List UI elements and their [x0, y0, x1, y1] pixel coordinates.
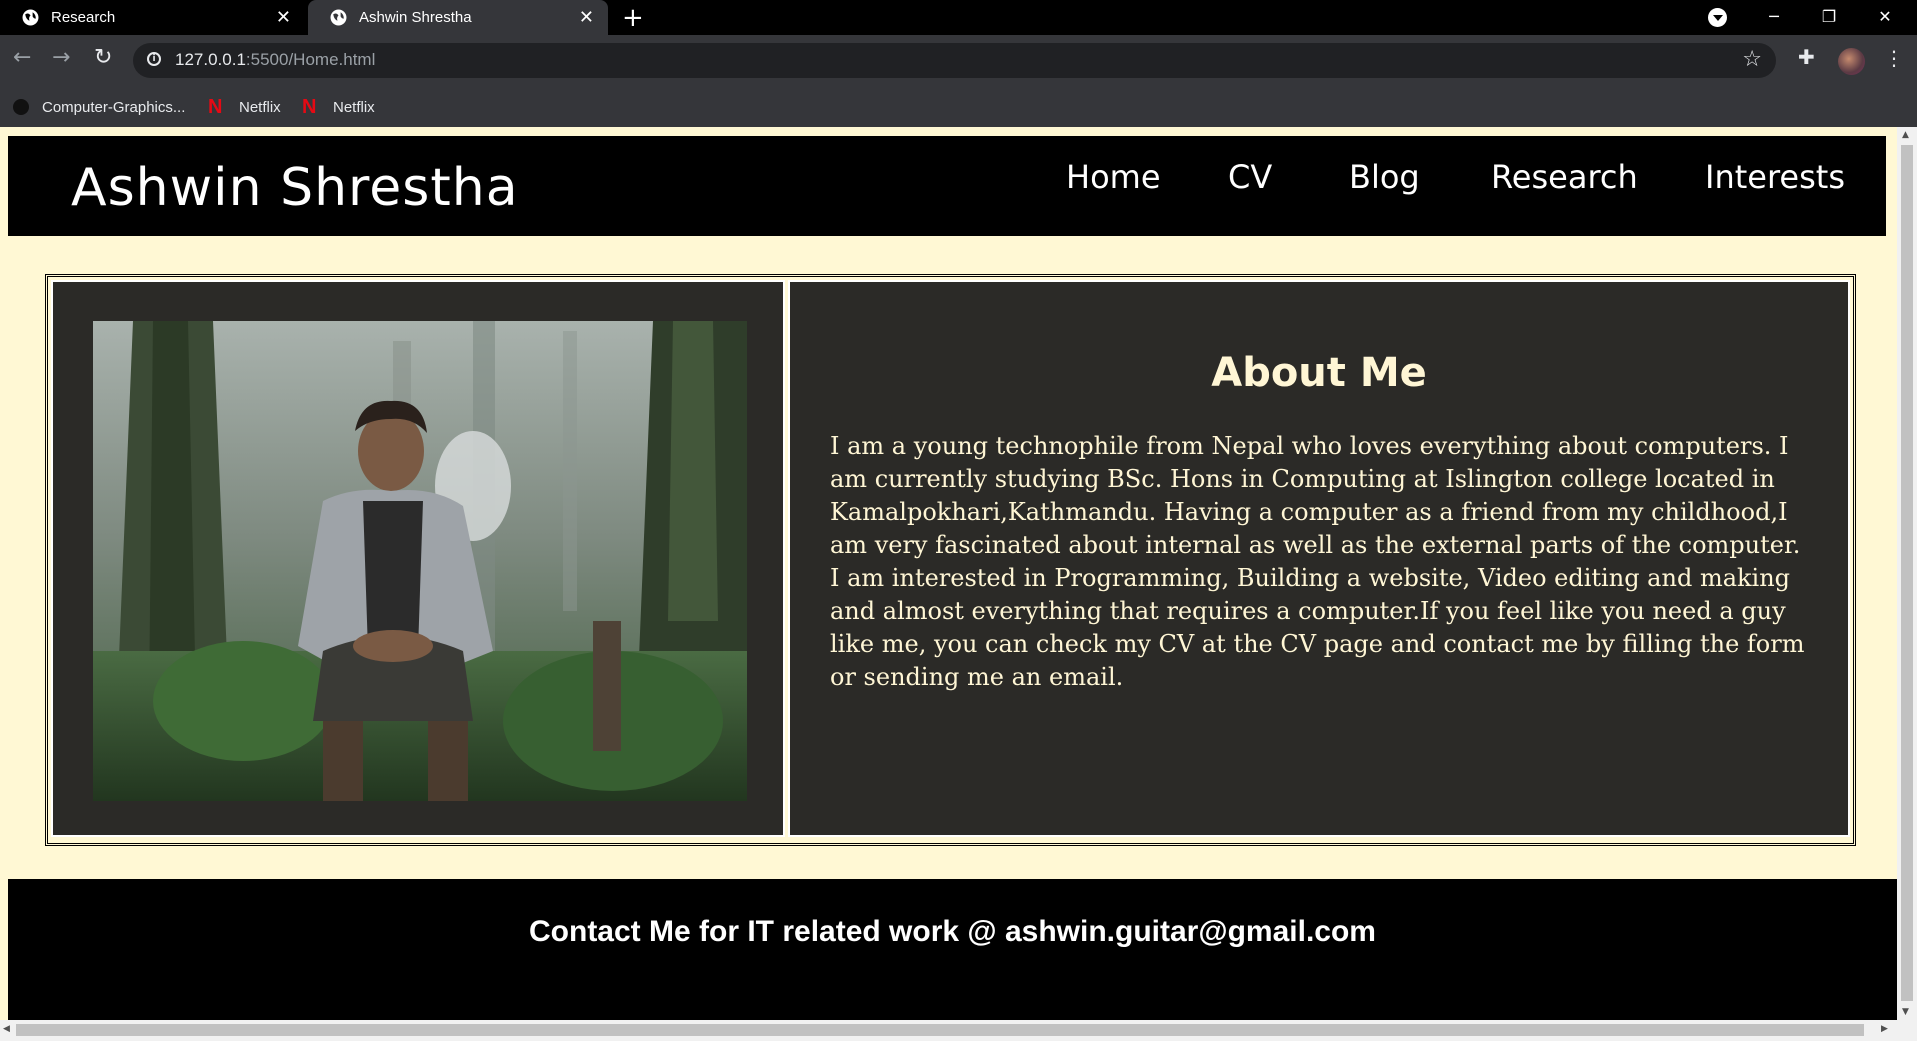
tab-title: Ashwin Shrestha [359, 9, 472, 26]
bookmark-label: Netflix [333, 98, 375, 116]
about-heading: About Me [1211, 350, 1427, 396]
site-header: Ashwin Shrestha Home CV Blog Research In… [8, 136, 1886, 236]
vertical-scrollbar[interactable]: ▲ ▼ [1897, 127, 1917, 1020]
tab-ashwin-shrestha[interactable]: Ashwin Shrestha ✕ [308, 0, 608, 35]
close-tab-icon[interactable]: ✕ [579, 7, 594, 28]
kebab-menu-icon[interactable]: ⋮ [1884, 46, 1904, 70]
github-icon [13, 99, 29, 115]
tab-strip: Research ✕ Ashwin Shrestha ✕ + ─ ❐ ✕ [0, 0, 1917, 35]
close-tab-icon[interactable]: ✕ [276, 7, 291, 28]
restore-icon[interactable]: ❐ [1806, 0, 1852, 32]
reload-icon[interactable]: ↻ [94, 45, 112, 70]
bookmark-star-icon[interactable]: ☆ [1742, 47, 1762, 72]
url-text[interactable]: 127.0.0.1:5500/Home.html [175, 50, 375, 70]
extensions-icon[interactable]: ✚ [1798, 45, 1815, 69]
close-window-icon[interactable]: ✕ [1862, 0, 1908, 32]
horizontal-scrollbar[interactable]: ◀ ▶ [0, 1020, 1917, 1041]
nav-research[interactable]: Research [1491, 158, 1638, 196]
bookmark-netflix[interactable]: N Netflix [302, 87, 375, 127]
nav-home[interactable]: Home [1066, 158, 1161, 196]
about-section: About Me I am a young technophile from N… [45, 274, 1856, 846]
scroll-right-icon[interactable]: ▶ [1881, 1024, 1888, 1034]
site-footer: Contact Me for IT related work @ ashwin.… [8, 879, 1897, 1020]
back-icon[interactable]: ← [13, 45, 31, 70]
scroll-down-icon[interactable]: ▼ [1902, 1007, 1909, 1017]
info-icon[interactable]: i [147, 52, 161, 66]
nav-cv[interactable]: CV [1228, 158, 1272, 196]
bookmark-netflix[interactable]: N Netflix [208, 87, 281, 127]
globe-icon [330, 9, 347, 26]
netflix-icon: N [302, 96, 317, 118]
scroll-up-icon[interactable]: ▲ [1902, 130, 1909, 140]
scroll-left-icon[interactable]: ◀ [3, 1024, 10, 1034]
forward-icon[interactable]: → [52, 45, 70, 70]
new-tab-button[interactable]: + [622, 3, 644, 33]
nav-blog[interactable]: Blog [1349, 158, 1420, 196]
about-panel: About Me I am a young technophile from N… [788, 280, 1850, 837]
photo-panel [51, 280, 785, 837]
nav-interests[interactable]: Interests [1705, 158, 1845, 196]
globe-icon [22, 9, 39, 26]
netflix-icon: N [208, 96, 223, 118]
bookmark-label: Computer-Graphics... [42, 98, 186, 116]
tab-title: Research [51, 9, 116, 26]
address-bar[interactable]: i 127.0.0.1:5500/Home.html ☆ [133, 43, 1776, 78]
minimize-icon[interactable]: ─ [1751, 0, 1797, 32]
site-title: Ashwin Shrestha [71, 158, 519, 218]
bookmark-label: Netflix [239, 98, 281, 116]
tab-search-icon[interactable] [1708, 8, 1727, 27]
about-paragraph: I am a young technophile from Nepal who … [830, 432, 1805, 691]
bookmarks-bar: Computer-Graphics... N Netflix N Netflix [0, 87, 1917, 127]
horizontal-scroll-thumb[interactable] [16, 1024, 1864, 1036]
contact-text: Contact Me for IT related work @ ashwin.… [529, 915, 1376, 948]
vertical-scroll-thumb[interactable] [1901, 145, 1913, 1001]
bookmark-computer-graphics[interactable]: Computer-Graphics... [13, 87, 185, 127]
tab-research[interactable]: Research ✕ [0, 0, 305, 35]
avatar[interactable] [1838, 48, 1865, 75]
browser-toolbar: ← → ↻ i 127.0.0.1:5500/Home.html ☆ [0, 35, 1917, 87]
profile-photo [93, 321, 747, 801]
page-viewport: Ashwin Shrestha Home CV Blog Research In… [0, 127, 1897, 1020]
